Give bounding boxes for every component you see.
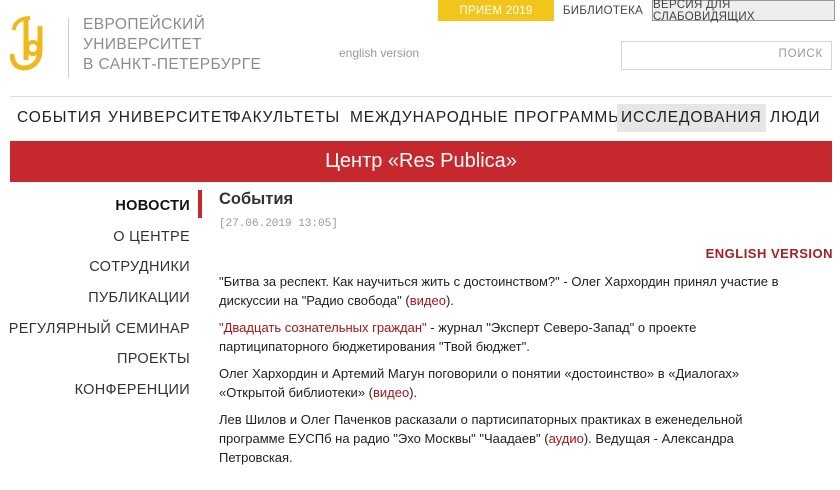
eu-spiral-logo-icon[interactable]	[10, 16, 50, 78]
sidebar-active-indicator	[198, 190, 202, 218]
sidebar-item-about[interactable]: О ЦЕНТРЕ	[113, 229, 190, 245]
post-date: [27.06.2019 13:05]	[219, 218, 338, 230]
nav-item-faculties[interactable]: ФАКУЛЬТЕТЫ	[229, 104, 340, 132]
nav-item-research[interactable]: ИССЛЕДОВАНИЯ	[617, 104, 766, 132]
search-box: ПОИСК	[621, 41, 832, 70]
news-text-end: ).	[409, 385, 418, 400]
news-item: Лев Шилов и Олег Паченков расказали о па…	[219, 410, 799, 467]
news-item: "Битва за респект. Как научиться жить с …	[219, 272, 799, 310]
top-buttons: ПРИЕМ 2019 БИБЛИОТЕКА ВЕРСИЯ ДЛЯ СЛАБОВИ…	[438, 0, 835, 23]
sidebar-item-staff[interactable]: СОТРУДНИКИ	[89, 259, 190, 275]
english-version-link[interactable]: english version	[339, 46, 419, 60]
page-title: События	[219, 190, 294, 208]
english-version-button[interactable]: ENGLISH VERSION	[706, 246, 833, 261]
nav-item-international[interactable]: МЕЖДУНАРОДНЫЕ ПРОГРАММЫ	[350, 104, 623, 132]
sidebar-item-conferences[interactable]: КОНФЕРЕНЦИИ	[75, 382, 190, 398]
main-nav: СОБЫТИЯ УНИВЕРСИТЕТ ФАКУЛЬТЕТЫ МЕЖДУНАРО…	[10, 104, 832, 132]
news-text-end: ).	[445, 293, 454, 308]
news-item: "Двадцать сознательных граждан" - журнал…	[219, 318, 799, 356]
sidebar-item-seminar[interactable]: РЕГУЛЯРНЫЙ СЕМИНАР	[9, 321, 190, 337]
low-vision-button[interactable]: ВЕРСИЯ ДЛЯ СЛАБОВИДЯЩИХ	[652, 0, 835, 23]
logo-line-1: ЕВРОПЕЙСКИЙ	[83, 16, 206, 33]
library-button[interactable]: БИБЛИОТЕКА	[554, 0, 652, 21]
sidebar-item-publications[interactable]: ПУБЛИКАЦИИ	[88, 290, 190, 306]
section-banner: Центр «Res Publica»	[10, 141, 832, 182]
header-divider	[10, 96, 832, 97]
logo-divider	[68, 18, 69, 78]
sidebar-item-news[interactable]: НОВОСТИ	[115, 198, 190, 214]
sidebar-item-projects[interactable]: ПРОЕКТЫ	[117, 351, 190, 367]
university-name[interactable]: ЕВРОПЕЙСКИЙ УНИВЕРСИТЕТ В САНКТ-ПЕТЕРБУР…	[83, 15, 283, 75]
nav-item-university[interactable]: УНИВЕРСИТЕТ	[108, 104, 233, 132]
logo-line-2: УНИВЕРСИТЕТ	[83, 36, 203, 53]
video-link[interactable]: видео	[373, 385, 409, 400]
admission-button[interactable]: ПРИЕМ 2019	[438, 0, 554, 21]
search-button[interactable]: ПОИСК	[779, 48, 823, 60]
banner-title: Центр «Res Publica»	[325, 150, 517, 172]
video-link[interactable]: видео	[410, 293, 446, 308]
logo-line-3: В САНКТ-ПЕТЕРБУРГЕ	[83, 56, 262, 73]
article-link[interactable]: "Двадцать сознательных граждан"	[219, 320, 427, 335]
news-text: "Битва за респект. Как научиться жить с …	[219, 274, 779, 308]
nav-item-people[interactable]: ЛЮДИ	[770, 104, 820, 132]
nav-item-events[interactable]: СОБЫТИЯ	[17, 104, 102, 132]
search-input[interactable]	[622, 42, 762, 69]
news-text: Олег Хархордин и Артемий Магун поговорил…	[219, 366, 740, 400]
news-item: Олег Хархордин и Артемий Магун поговорил…	[219, 364, 799, 402]
audio-link[interactable]: аудио	[549, 431, 584, 446]
